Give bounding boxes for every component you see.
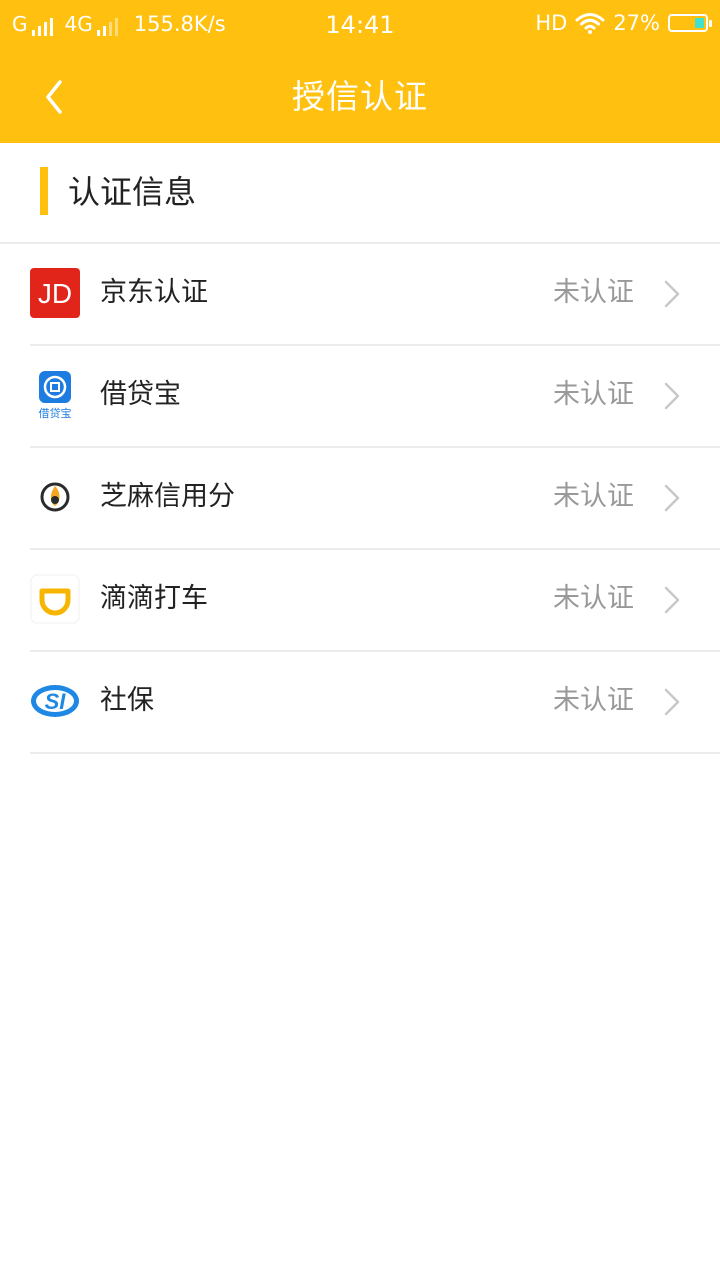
list-item-jiedaibao[interactable]: 借贷宝 借贷宝 未认证 xyxy=(30,346,720,448)
zhima-credit-logo-icon xyxy=(40,482,70,512)
hd-label: HD xyxy=(535,11,568,35)
battery-percent: 27% xyxy=(613,11,660,35)
item-label: 社保 xyxy=(100,685,154,716)
social-security-logo-icon: SI xyxy=(31,685,79,717)
app-header: G 4G 155.8K/s 14:41 HD 27% 授信认证 xyxy=(0,0,720,143)
chevron-right-icon xyxy=(664,688,680,716)
jiedaibao-logo-icon: 借贷宝 xyxy=(39,371,72,420)
battery-level-fill xyxy=(695,18,704,28)
chevron-right-icon xyxy=(664,280,680,308)
status-bar: G 4G 155.8K/s 14:41 HD 27% xyxy=(0,0,720,50)
chevron-right-icon xyxy=(664,586,680,614)
status-bar-right: HD 27% xyxy=(535,11,712,35)
item-label: 滴滴打车 xyxy=(100,583,208,614)
list-item-jd[interactable]: JD 京东认证 未认证 xyxy=(30,244,720,346)
item-status: 未认证 xyxy=(553,277,634,308)
jiedaibao-logo-text: 借贷宝 xyxy=(39,406,72,420)
item-status: 未认证 xyxy=(553,583,634,614)
item-status: 未认证 xyxy=(553,379,634,410)
page-title: 授信认证 xyxy=(292,77,428,116)
section-title: 认证信息 xyxy=(68,173,197,211)
list-item-didi[interactable]: 滴滴打车 未认证 xyxy=(30,550,720,652)
item-label: 借贷宝 xyxy=(100,379,181,410)
section-accent-bar xyxy=(40,167,48,215)
list-item-zhima[interactable]: 芝麻信用分 未认证 xyxy=(30,448,720,550)
didi-logo-icon xyxy=(30,574,80,624)
item-label: 芝麻信用分 xyxy=(100,481,235,512)
shebao-logo-text: SI xyxy=(45,689,67,714)
item-status: 未认证 xyxy=(553,481,634,512)
item-status: 未认证 xyxy=(553,685,634,716)
list-item-shebao[interactable]: SI 社保 未认证 xyxy=(30,652,720,754)
item-label: 京东认证 xyxy=(100,277,208,308)
jd-logo-text: JD xyxy=(38,278,72,309)
battery-icon xyxy=(668,14,712,32)
jd-logo-icon: JD xyxy=(30,268,80,318)
chevron-right-icon xyxy=(664,484,680,512)
auth-list: JD 京东认证 未认证 借贷宝 借贷宝 未认证 芝麻信用分 未认证 滴滴打车 未… xyxy=(0,244,720,754)
section-header: 认证信息 xyxy=(0,143,720,244)
wifi-icon xyxy=(575,13,605,34)
chevron-right-icon xyxy=(664,382,680,410)
